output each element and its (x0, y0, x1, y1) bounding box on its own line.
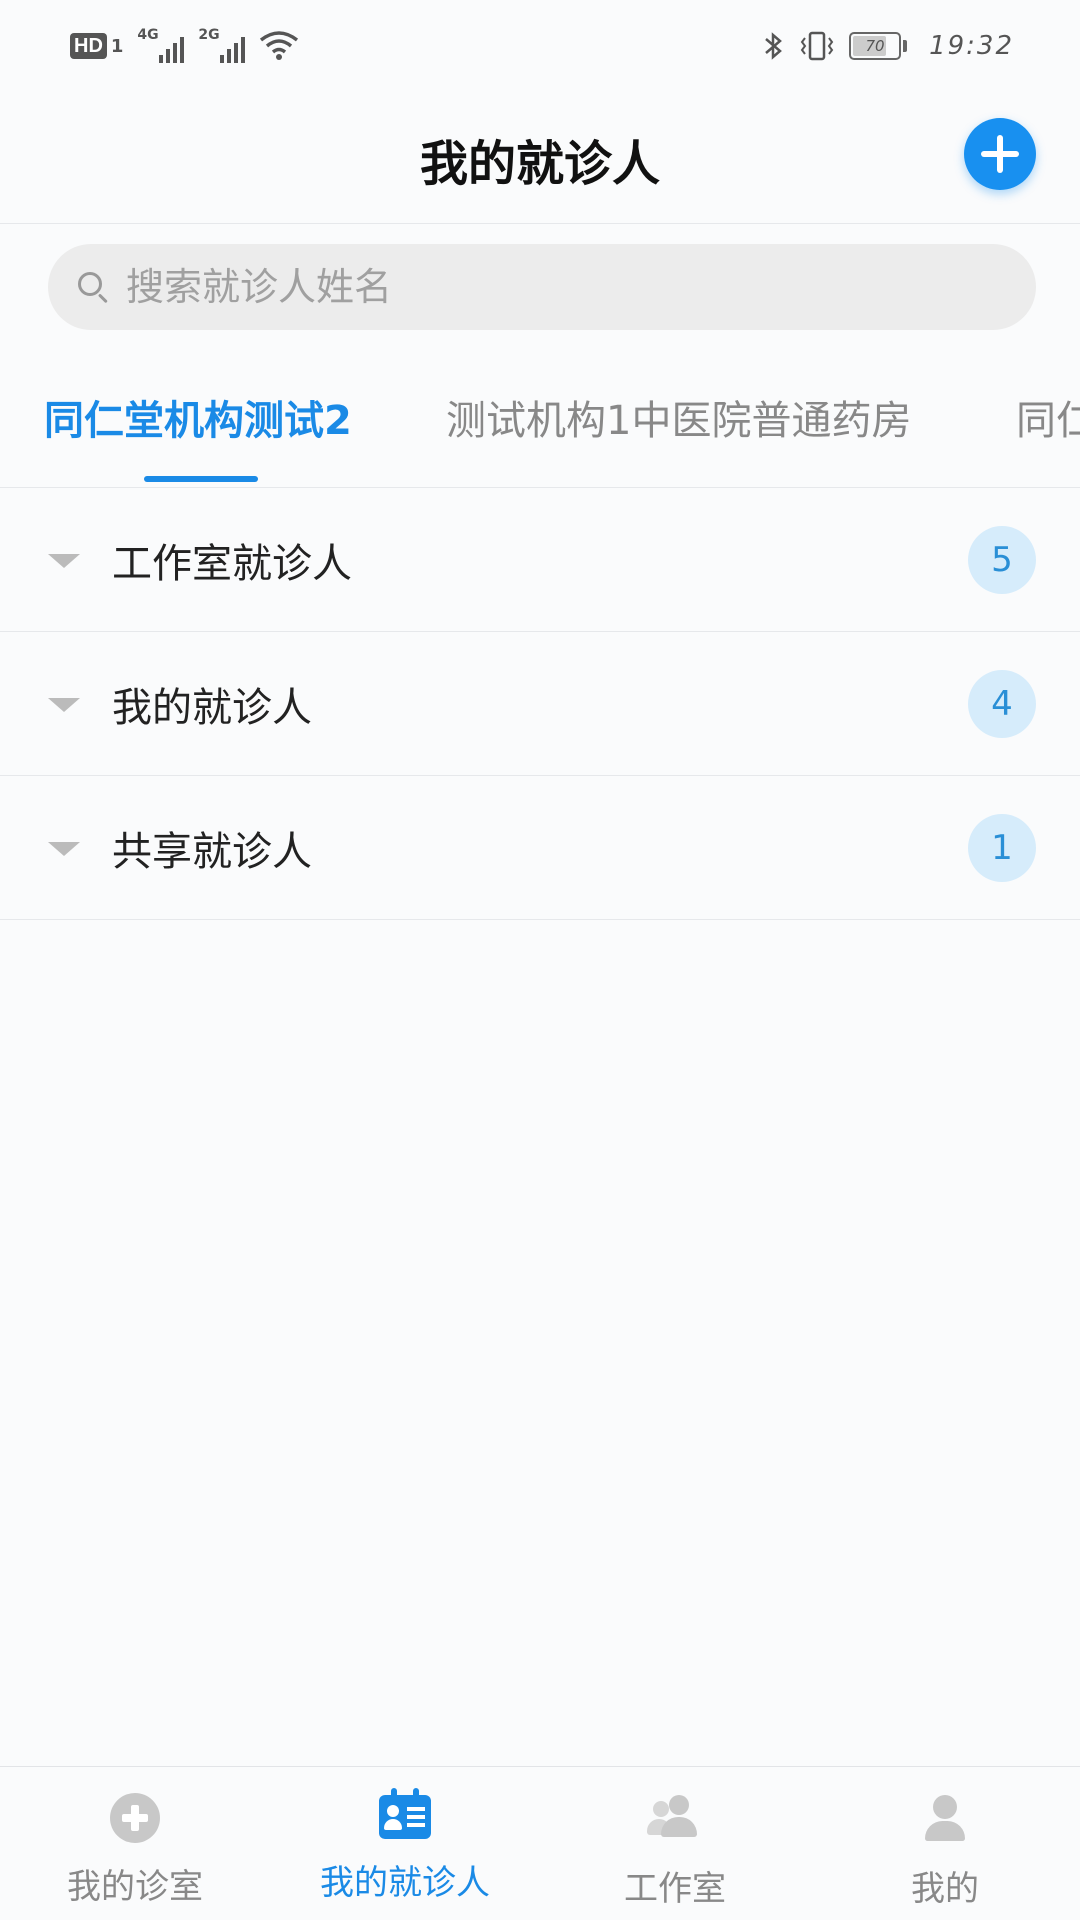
nav-label: 工作室 (624, 1869, 726, 1909)
tab-institution-2[interactable]: 测试机构1中医院普通药房 (446, 388, 911, 446)
group-label: 我的就诊人 (112, 684, 312, 731)
patient-group-list: 工作室就诊人 5 我的就诊人 4 共享就诊人 1 (0, 488, 1080, 920)
page-title: 我的就诊人 (419, 136, 660, 192)
group-row-shared-patients[interactable]: 共享就诊人 1 (0, 776, 1080, 920)
tab-institution-1[interactable]: 同仁堂机构测试2 (44, 388, 352, 446)
signal-4g-icon: 4G (137, 27, 185, 63)
group-count-badge: 5 (968, 525, 1036, 594)
status-bar-right: 70 19:32 (763, 30, 1014, 62)
battery-icon: 70 (849, 32, 908, 60)
search-input[interactable] (126, 265, 1006, 309)
status-bar-left: HD 1 4G 2G (70, 27, 299, 63)
tab-institution-3[interactable]: 同仁 (1016, 388, 1080, 446)
group-row-studio-patients[interactable]: 工作室就诊人 5 (0, 488, 1080, 632)
hd-badge: HD (70, 33, 107, 59)
nav-label: 我的 (911, 1869, 979, 1909)
institution-tabs: 同仁堂机构测试2 测试机构1中医院普通药房 同仁 (0, 370, 1080, 488)
group-row-my-patients[interactable]: 我的就诊人 4 (0, 632, 1080, 776)
expand-caret-icon (48, 842, 80, 856)
active-tab-indicator (144, 476, 258, 482)
battery-level: 70 (865, 37, 885, 55)
bluetooth-icon (765, 32, 782, 60)
group-label: 工作室就诊人 (112, 540, 352, 587)
nav-my-patients[interactable]: 我的就诊人 (270, 1767, 540, 1920)
nav-label: 我的就诊人 (320, 1863, 490, 1903)
status-bar: HD 1 4G 2G 70 19:32 (0, 0, 1080, 92)
user-icon (917, 1789, 973, 1845)
expand-caret-icon (48, 698, 80, 712)
top-app-bar: 我的就诊人 (0, 92, 1080, 224)
signal-2g-icon: 2G (198, 27, 246, 63)
nav-me[interactable]: 我的 (810, 1767, 1080, 1920)
add-patient-button[interactable] (964, 118, 1036, 190)
nav-my-clinic[interactable]: 我的诊室 (0, 1767, 270, 1920)
clinic-icon (110, 1793, 160, 1843)
sim-number: 1 (110, 35, 124, 57)
group-label: 共享就诊人 (112, 828, 312, 875)
bottom-navigation: 我的诊室 我的就诊人 工作室 我的 (0, 1766, 1080, 1920)
patient-card-icon (379, 1788, 431, 1839)
clock: 19:32 (929, 31, 1014, 61)
network-type-1: 4G (137, 27, 159, 43)
wifi-icon (260, 31, 299, 60)
network-type-2: 2G (198, 27, 220, 43)
group-count-badge: 1 (968, 813, 1036, 882)
vibrate-icon (800, 31, 834, 61)
nav-studio[interactable]: 工作室 (540, 1767, 810, 1920)
nav-label: 我的诊室 (67, 1867, 203, 1907)
studio-people-icon (647, 1789, 703, 1845)
app-screen: HD 1 4G 2G 70 19:32 我的就诊人 搜索就诊人姓名 同仁堂机构测… (0, 0, 1080, 1920)
search-icon (74, 268, 112, 306)
expand-caret-icon (48, 554, 80, 568)
search-bar[interactable] (48, 244, 1036, 330)
group-count-badge: 4 (968, 669, 1036, 738)
